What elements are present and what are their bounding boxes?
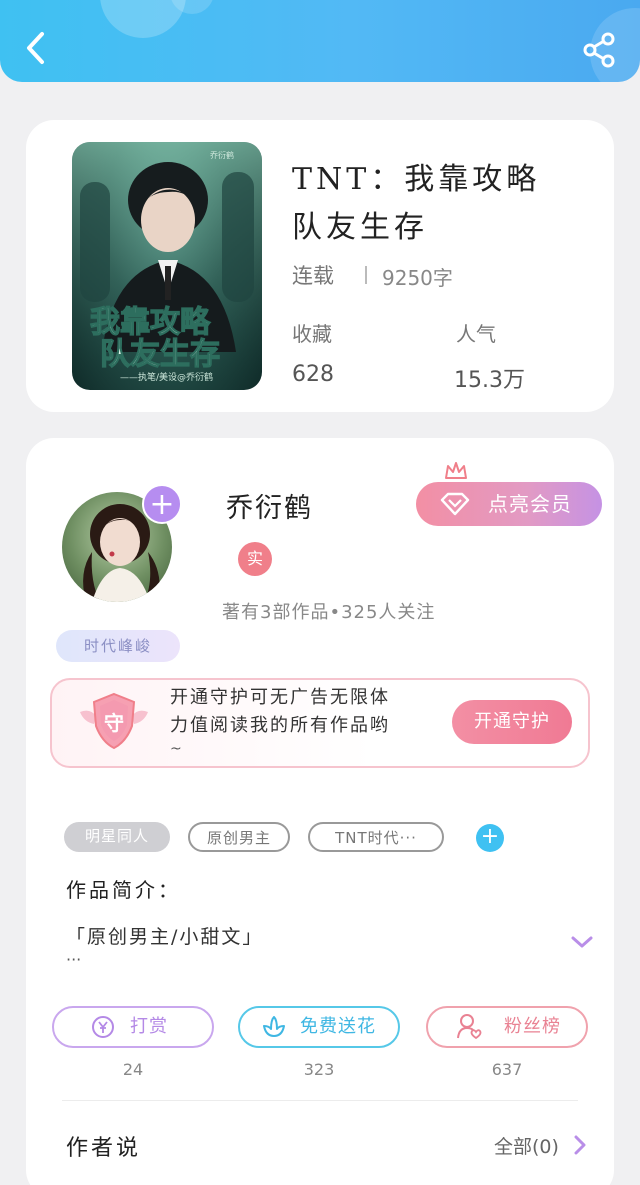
guard-promo: 守 开通守护可无广告无限体 力值阅读我的所有作品哟 ~ 开通守护 xyxy=(50,678,590,768)
guard-text-line1: 开通守护可无广告无限体 xyxy=(170,687,390,708)
tag-item[interactable]: 明星同人 xyxy=(64,822,170,852)
author-meta: 著有3部作品•325人关注 xyxy=(222,602,436,623)
favorites-value: 628 xyxy=(292,362,334,387)
fan-user-icon xyxy=(457,1014,482,1040)
book-cover[interactable]: 我靠攻略 队友生存 ——执笔/美设@乔衍鹤 乔衍鹤 xyxy=(72,142,262,390)
verified-badge: 实 xyxy=(238,542,272,576)
author-says-all-link[interactable]: 全部(0) xyxy=(494,1132,559,1159)
popularity-value: 15.3万 xyxy=(454,368,525,393)
reward-button[interactable]: 打赏 xyxy=(52,1006,214,1048)
follow-add-button[interactable]: + xyxy=(142,484,182,524)
status-divider xyxy=(365,266,367,284)
yen-coin-icon xyxy=(92,1016,114,1038)
cover-author-mark: 乔衍鹤 xyxy=(210,150,234,160)
back-button[interactable] xyxy=(16,28,56,68)
tag-item[interactable]: TNT时代··· xyxy=(308,822,444,852)
top-bar xyxy=(0,0,640,82)
book-info-card: 我靠攻略 队友生存 ——执笔/美设@乔衍鹤 乔衍鹤 TNT：我靠攻略 队友生存 … xyxy=(26,120,614,412)
flower-count: 323 xyxy=(303,1060,335,1079)
author-says-title: 作者说 xyxy=(66,1136,142,1161)
diamond-icon xyxy=(440,492,470,516)
fans-rank-label: 粉丝榜 xyxy=(504,1016,561,1037)
intro-heading: 作品简介： xyxy=(66,878,181,902)
intro-text: 「原创男主/小甜文」 xyxy=(66,926,264,948)
decor-bubble xyxy=(100,0,186,38)
share-icon xyxy=(583,32,615,68)
popularity-label: 人气 xyxy=(456,322,496,346)
tag-item[interactable]: 原创男主 xyxy=(188,822,290,852)
chevron-right-icon[interactable] xyxy=(572,1134,588,1156)
chevron-left-icon xyxy=(27,32,44,64)
cover-artwork: 我靠攻略 队友生存 ——执笔/美设@乔衍鹤 乔衍鹤 xyxy=(72,142,262,390)
cover-credit: ——执笔/美设@乔衍鹤 xyxy=(120,371,213,383)
serial-status: 连载 xyxy=(292,264,334,288)
vip-button-label: 点亮会员 xyxy=(488,492,572,516)
author-tag: 时代峰峻 xyxy=(56,630,180,662)
divider xyxy=(62,1100,578,1101)
reward-label: 打赏 xyxy=(130,1016,168,1037)
fans-rank-button[interactable]: 粉丝榜 xyxy=(426,1006,588,1048)
send-flower-button[interactable]: 免费送花 xyxy=(238,1006,400,1048)
crown-icon xyxy=(445,462,467,479)
open-guard-button[interactable]: 开通守护 xyxy=(452,700,572,744)
shield-icon-char: 守 xyxy=(104,711,124,735)
chevron-down-icon[interactable] xyxy=(570,934,594,950)
add-tag-button[interactable]: + xyxy=(476,824,504,852)
guard-text-line3: ~ xyxy=(170,741,184,757)
cover-title-line1: 我靠攻略 xyxy=(90,305,211,340)
word-count: 9250字 xyxy=(382,266,453,290)
guard-text: 开通守护可无广告无限体 力值阅读我的所有作品哟 ~ xyxy=(170,684,430,758)
flower-icon xyxy=(263,1016,285,1037)
book-title: TNT：我靠攻略 队友生存 xyxy=(292,156,592,252)
guard-text-line2: 力值阅读我的所有作品哟 xyxy=(170,715,390,736)
intro-ellipsis: ··· xyxy=(66,950,82,969)
shield-icon: 守 xyxy=(80,692,148,750)
fans-count: 637 xyxy=(491,1060,523,1079)
cover-title-line2: 队友生存 xyxy=(100,337,220,372)
author-card: + 乔衍鹤 点亮会员 实 著有3部作品•325人关注 时代峰峻 守 开通守护可无… xyxy=(26,438,614,1185)
book-title-line1: TNT：我靠攻略 xyxy=(292,162,541,197)
send-flower-label: 免费送花 xyxy=(300,1016,376,1037)
reward-count: 24 xyxy=(122,1060,144,1079)
author-name[interactable]: 乔衍鹤 xyxy=(226,486,313,525)
share-button[interactable] xyxy=(580,30,620,70)
favorites-label: 收藏 xyxy=(292,322,332,346)
vip-button[interactable]: 点亮会员 xyxy=(416,482,602,526)
book-title-line2: 队友生存 xyxy=(292,210,428,245)
